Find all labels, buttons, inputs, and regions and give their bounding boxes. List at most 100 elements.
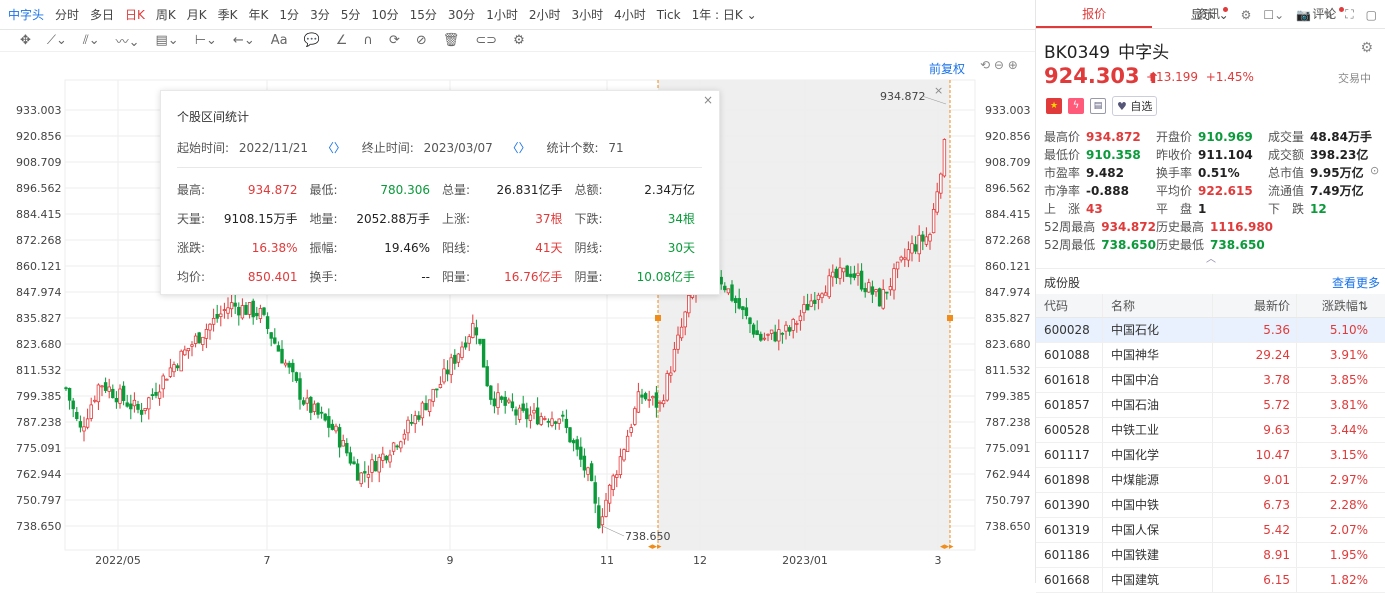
candle-body — [755, 330, 759, 336]
period-tab-15[interactable]: 2小时 — [529, 6, 561, 23]
candle-body — [676, 334, 680, 350]
table-row[interactable]: 601117 中国化学 10.47 3.15% — [1036, 443, 1385, 468]
period-tab-17[interactable]: 4小时 — [614, 6, 646, 23]
candle-body — [193, 335, 198, 344]
stat-cell: 平均价 922.615 — [1156, 184, 1253, 198]
fib-tool-icon[interactable]: ▤⌄ — [156, 33, 179, 48]
candle-body — [211, 317, 216, 325]
table-row[interactable]: 600528 中铁工业 9.63 3.44% — [1036, 418, 1385, 443]
table-row[interactable]: 601898 中煤能源 9.01 2.97% — [1036, 468, 1385, 493]
add-watchlist-button[interactable]: ♥ 自选 — [1112, 96, 1158, 116]
period-tab-12[interactable]: 15分 — [410, 6, 437, 23]
period-tab-10[interactable]: 5分 — [341, 6, 361, 23]
view-more-link[interactable]: 查看更多 — [1332, 274, 1380, 291]
period-tab-16[interactable]: 3小时 — [571, 6, 603, 23]
link-icon[interactable]: ⊂⊃ — [475, 33, 497, 48]
candle-body — [593, 482, 597, 504]
popup-close-icon[interactable]: × — [703, 93, 713, 107]
stat-cell: 换手率 0.51% — [1156, 166, 1240, 180]
col-price[interactable]: 最新价 — [1212, 294, 1296, 317]
period-tab-19[interactable]: 1年 : 日K ⌄ — [692, 6, 757, 23]
channel-tool-icon[interactable]: ⫽⌄ — [83, 33, 100, 48]
start-nav-icon[interactable]: 〈〉 — [322, 141, 346, 155]
candle-body — [384, 455, 389, 461]
text-tool-icon[interactable]: Aa — [271, 33, 288, 48]
popup-stat: 最高: 934.872 — [177, 183, 298, 197]
hide-icon[interactable]: ⊘ — [416, 33, 427, 48]
table-row[interactable]: 601186 中国铁建 8.91 1.95% — [1036, 543, 1385, 568]
candle-body — [237, 306, 241, 316]
table-row[interactable]: 601390 中国中铁 6.73 2.28% — [1036, 493, 1385, 518]
collapse-icon[interactable]: ︿ — [1206, 250, 1216, 265]
y-tick-left: 847.974 — [16, 286, 62, 299]
gear-icon[interactable]: ⚙ — [513, 33, 525, 48]
candle-body — [852, 273, 857, 278]
col-code[interactable]: 代码 — [1036, 294, 1102, 317]
candle-body — [75, 411, 79, 419]
candle-body — [456, 353, 461, 363]
candle-body — [543, 418, 547, 420]
candle-body — [582, 455, 587, 471]
comment-tool-icon[interactable]: 💬 — [304, 33, 320, 48]
period-tab-7[interactable]: 年K — [249, 6, 269, 23]
period-tab-5[interactable]: 月K — [187, 6, 207, 23]
period-tab-14[interactable]: 1小时 — [486, 6, 518, 23]
col-name[interactable]: 名称 — [1102, 294, 1212, 317]
y-tick-left: 896.562 — [16, 182, 62, 195]
table-row[interactable]: 601618 中国中冶 3.78 3.85% — [1036, 368, 1385, 393]
candle-body — [438, 384, 443, 388]
wave-tool-icon[interactable]: 〰⌄ — [116, 31, 140, 50]
tab-comments[interactable]: 评论 — [1269, 0, 1385, 28]
stat-row: 最低价 910.358 昨收价 911.104 成交额 398.23亿 — [1044, 146, 1384, 164]
candle-body — [651, 396, 655, 399]
chart-nav-icons[interactable]: ⟲ ⊖ ⊕ — [980, 58, 1018, 72]
period-tab-9[interactable]: 3分 — [310, 6, 330, 23]
table-row[interactable]: 601857 中国石油 5.72 3.81% — [1036, 393, 1385, 418]
x-tick: 7 — [264, 554, 271, 567]
magnet-icon[interactable]: ∩ — [363, 33, 373, 48]
col-change[interactable]: 涨跌幅⇅ — [1296, 294, 1374, 317]
period-tab-6[interactable]: 季K — [218, 6, 238, 23]
end-nav-icon[interactable]: 〈〉 — [507, 141, 531, 155]
period-tab-0[interactable]: 中字头 — [8, 6, 44, 23]
candle-body — [780, 332, 785, 335]
candle-body — [395, 445, 399, 448]
candle-body — [931, 209, 936, 234]
popup-stat: 阳量: 16.76亿手 — [442, 270, 563, 284]
period-tab-18[interactable]: Tick — [657, 8, 681, 22]
measure-tool-icon[interactable]: ⊢⌄ — [195, 33, 217, 48]
period-tab-3[interactable]: 日K — [125, 6, 145, 23]
table-row[interactable]: 601668 中国建筑 6.15 1.82% — [1036, 568, 1385, 593]
candle-body — [899, 256, 903, 261]
delete-icon[interactable]: 🗑 — [443, 33, 460, 48]
period-tab-1[interactable]: 分时 — [55, 6, 79, 23]
crosshair-icon[interactable]: ✥ — [20, 33, 31, 48]
cell-name: 中国建筑 — [1102, 568, 1212, 592]
period-tab-13[interactable]: 30分 — [448, 6, 475, 23]
period-tab-8[interactable]: 1分 — [279, 6, 299, 23]
note-icon[interactable]: ▤ — [1090, 98, 1106, 114]
period-tab-11[interactable]: 10分 — [371, 6, 398, 23]
candle-body — [820, 293, 824, 299]
cell-price: 29.24 — [1212, 343, 1296, 367]
period-tab-4[interactable]: 周K — [156, 6, 176, 23]
tab-quote[interactable]: 报价 — [1036, 0, 1153, 28]
arrow-tool-icon[interactable]: ←⌄ — [233, 33, 255, 48]
line-tool-icon[interactable]: ⟋⌄ — [47, 33, 67, 48]
candle-body — [143, 407, 147, 411]
popup-stat: 总量: 26.831亿手 — [442, 183, 563, 197]
more-icon[interactable]: ⊙ — [1370, 164, 1379, 177]
settings-icon[interactable]: ⚙ — [1360, 40, 1373, 56]
sync-icon[interactable]: ⟳ — [389, 33, 400, 48]
table-row[interactable]: 601319 中国人保 5.42 2.07% — [1036, 518, 1385, 543]
tab-news[interactable]: 资讯 — [1152, 0, 1268, 28]
restore-button[interactable]: 前复权 — [929, 60, 965, 77]
y-tick-right: 762.944 — [985, 468, 1031, 481]
period-tab-2[interactable]: 多日 — [90, 6, 114, 23]
candle-body — [435, 388, 439, 391]
table-row[interactable]: 600028 中国石化 5.36 5.10% — [1036, 318, 1385, 343]
angle-tool-icon[interactable]: ∠ — [336, 33, 348, 48]
table-row[interactable]: 601088 中国神华 29.24 3.91% — [1036, 343, 1385, 368]
stat-cell — [1268, 236, 1380, 254]
candle-body — [510, 401, 515, 409]
